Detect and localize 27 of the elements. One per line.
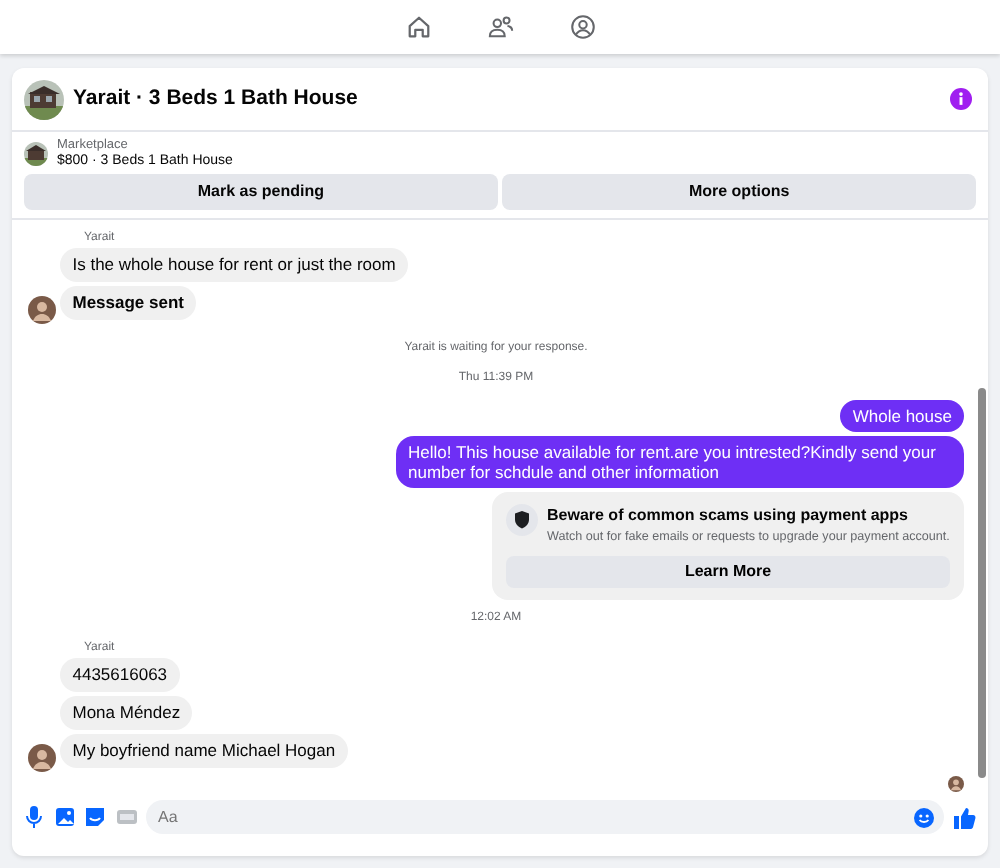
message-bubble: Whole house (840, 399, 964, 432)
avatar (28, 295, 56, 324)
learn-more-button[interactable]: Learn More (506, 556, 950, 589)
thumbs-up-icon[interactable] (952, 805, 976, 830)
message-bubble: 4435616063 (60, 658, 180, 693)
action-button[interactable]: More options (502, 174, 976, 211)
message-bubble: Message sent (60, 285, 196, 320)
message-bubble: Mona Méndez (60, 696, 193, 731)
scrollbar[interactable] (978, 388, 986, 779)
read-receipt-avatar (948, 776, 964, 793)
home-icon[interactable] (405, 14, 431, 40)
action-button[interactable]: Mark as pending (24, 174, 498, 211)
info-icon[interactable] (950, 88, 972, 110)
message-bubble: Is the whole house for rent or just the room (60, 247, 408, 282)
profile-icon[interactable] (569, 14, 595, 40)
avatar (28, 744, 56, 773)
message-field[interactable]: Aa (146, 800, 943, 835)
image-icon[interactable] (53, 806, 75, 829)
shield-icon (506, 503, 538, 536)
sticker-icon[interactable] (84, 806, 106, 829)
emoji-icon[interactable] (913, 807, 933, 828)
conversation-title: Yarait · 3 Beds 1 Bath House (73, 83, 360, 114)
message-bubble: Hello! This house available for rent.are you intrested?Kindly send your number for schdule and other information (396, 435, 964, 488)
people-icon[interactable] (487, 14, 513, 40)
message-bubble: My boyfriend name Michael Hogan (60, 734, 348, 769)
warning-title: Beware of common scams using payment apps (547, 503, 910, 528)
microphone-icon[interactable] (24, 806, 44, 829)
